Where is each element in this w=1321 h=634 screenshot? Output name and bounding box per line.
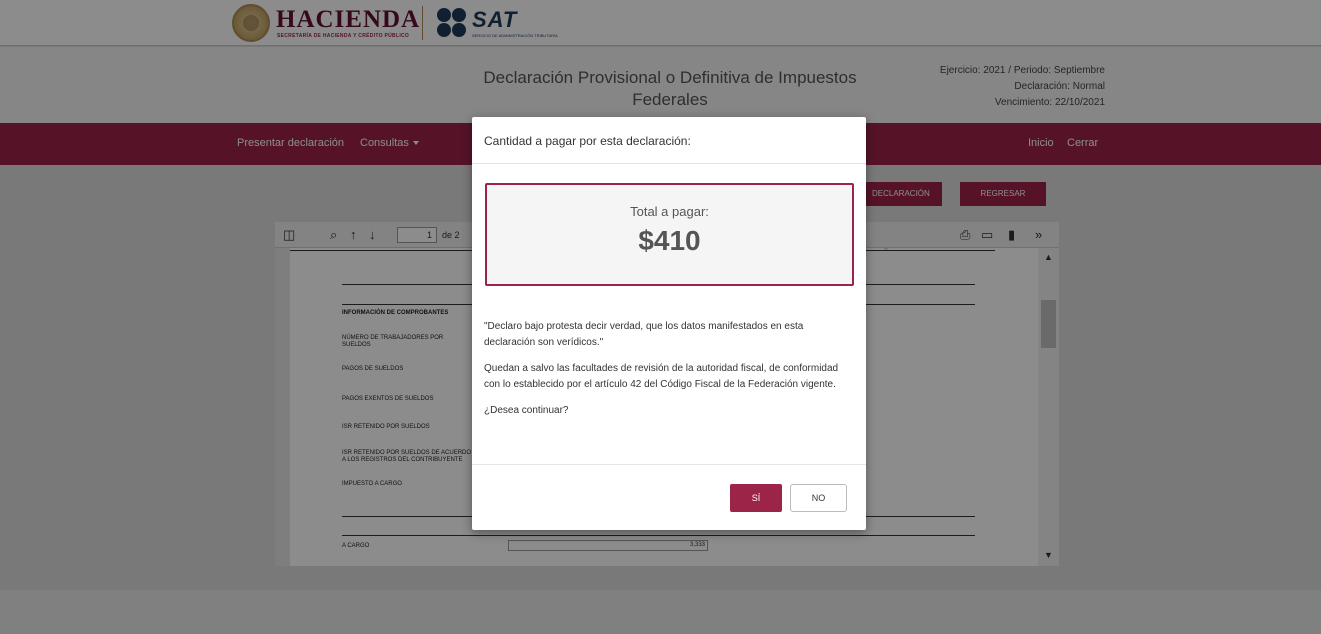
modal-title: Cantidad a pagar por esta declaración:: [472, 117, 866, 164]
yes-button[interactable]: SÍ: [730, 484, 782, 512]
modal-body: "Declaro bajo protesta decir verdad, que…: [484, 319, 854, 429]
continue-question: ¿Desea continuar?: [484, 405, 569, 416]
modal-footer: SÍ NO: [472, 464, 866, 530]
payment-confirmation-modal: Cantidad a pagar por esta declaración: T…: [472, 117, 866, 530]
declaration-statement: "Declaro bajo protesta decir verdad, que…: [484, 321, 804, 348]
total-box: Total a pagar: $410: [485, 183, 854, 286]
total-amount: $410: [638, 225, 701, 256]
total-label: Total a pagar:: [630, 204, 709, 219]
no-button[interactable]: NO: [790, 484, 847, 512]
legal-notice: Quedan a salvo las facultades de revisió…: [484, 363, 839, 390]
